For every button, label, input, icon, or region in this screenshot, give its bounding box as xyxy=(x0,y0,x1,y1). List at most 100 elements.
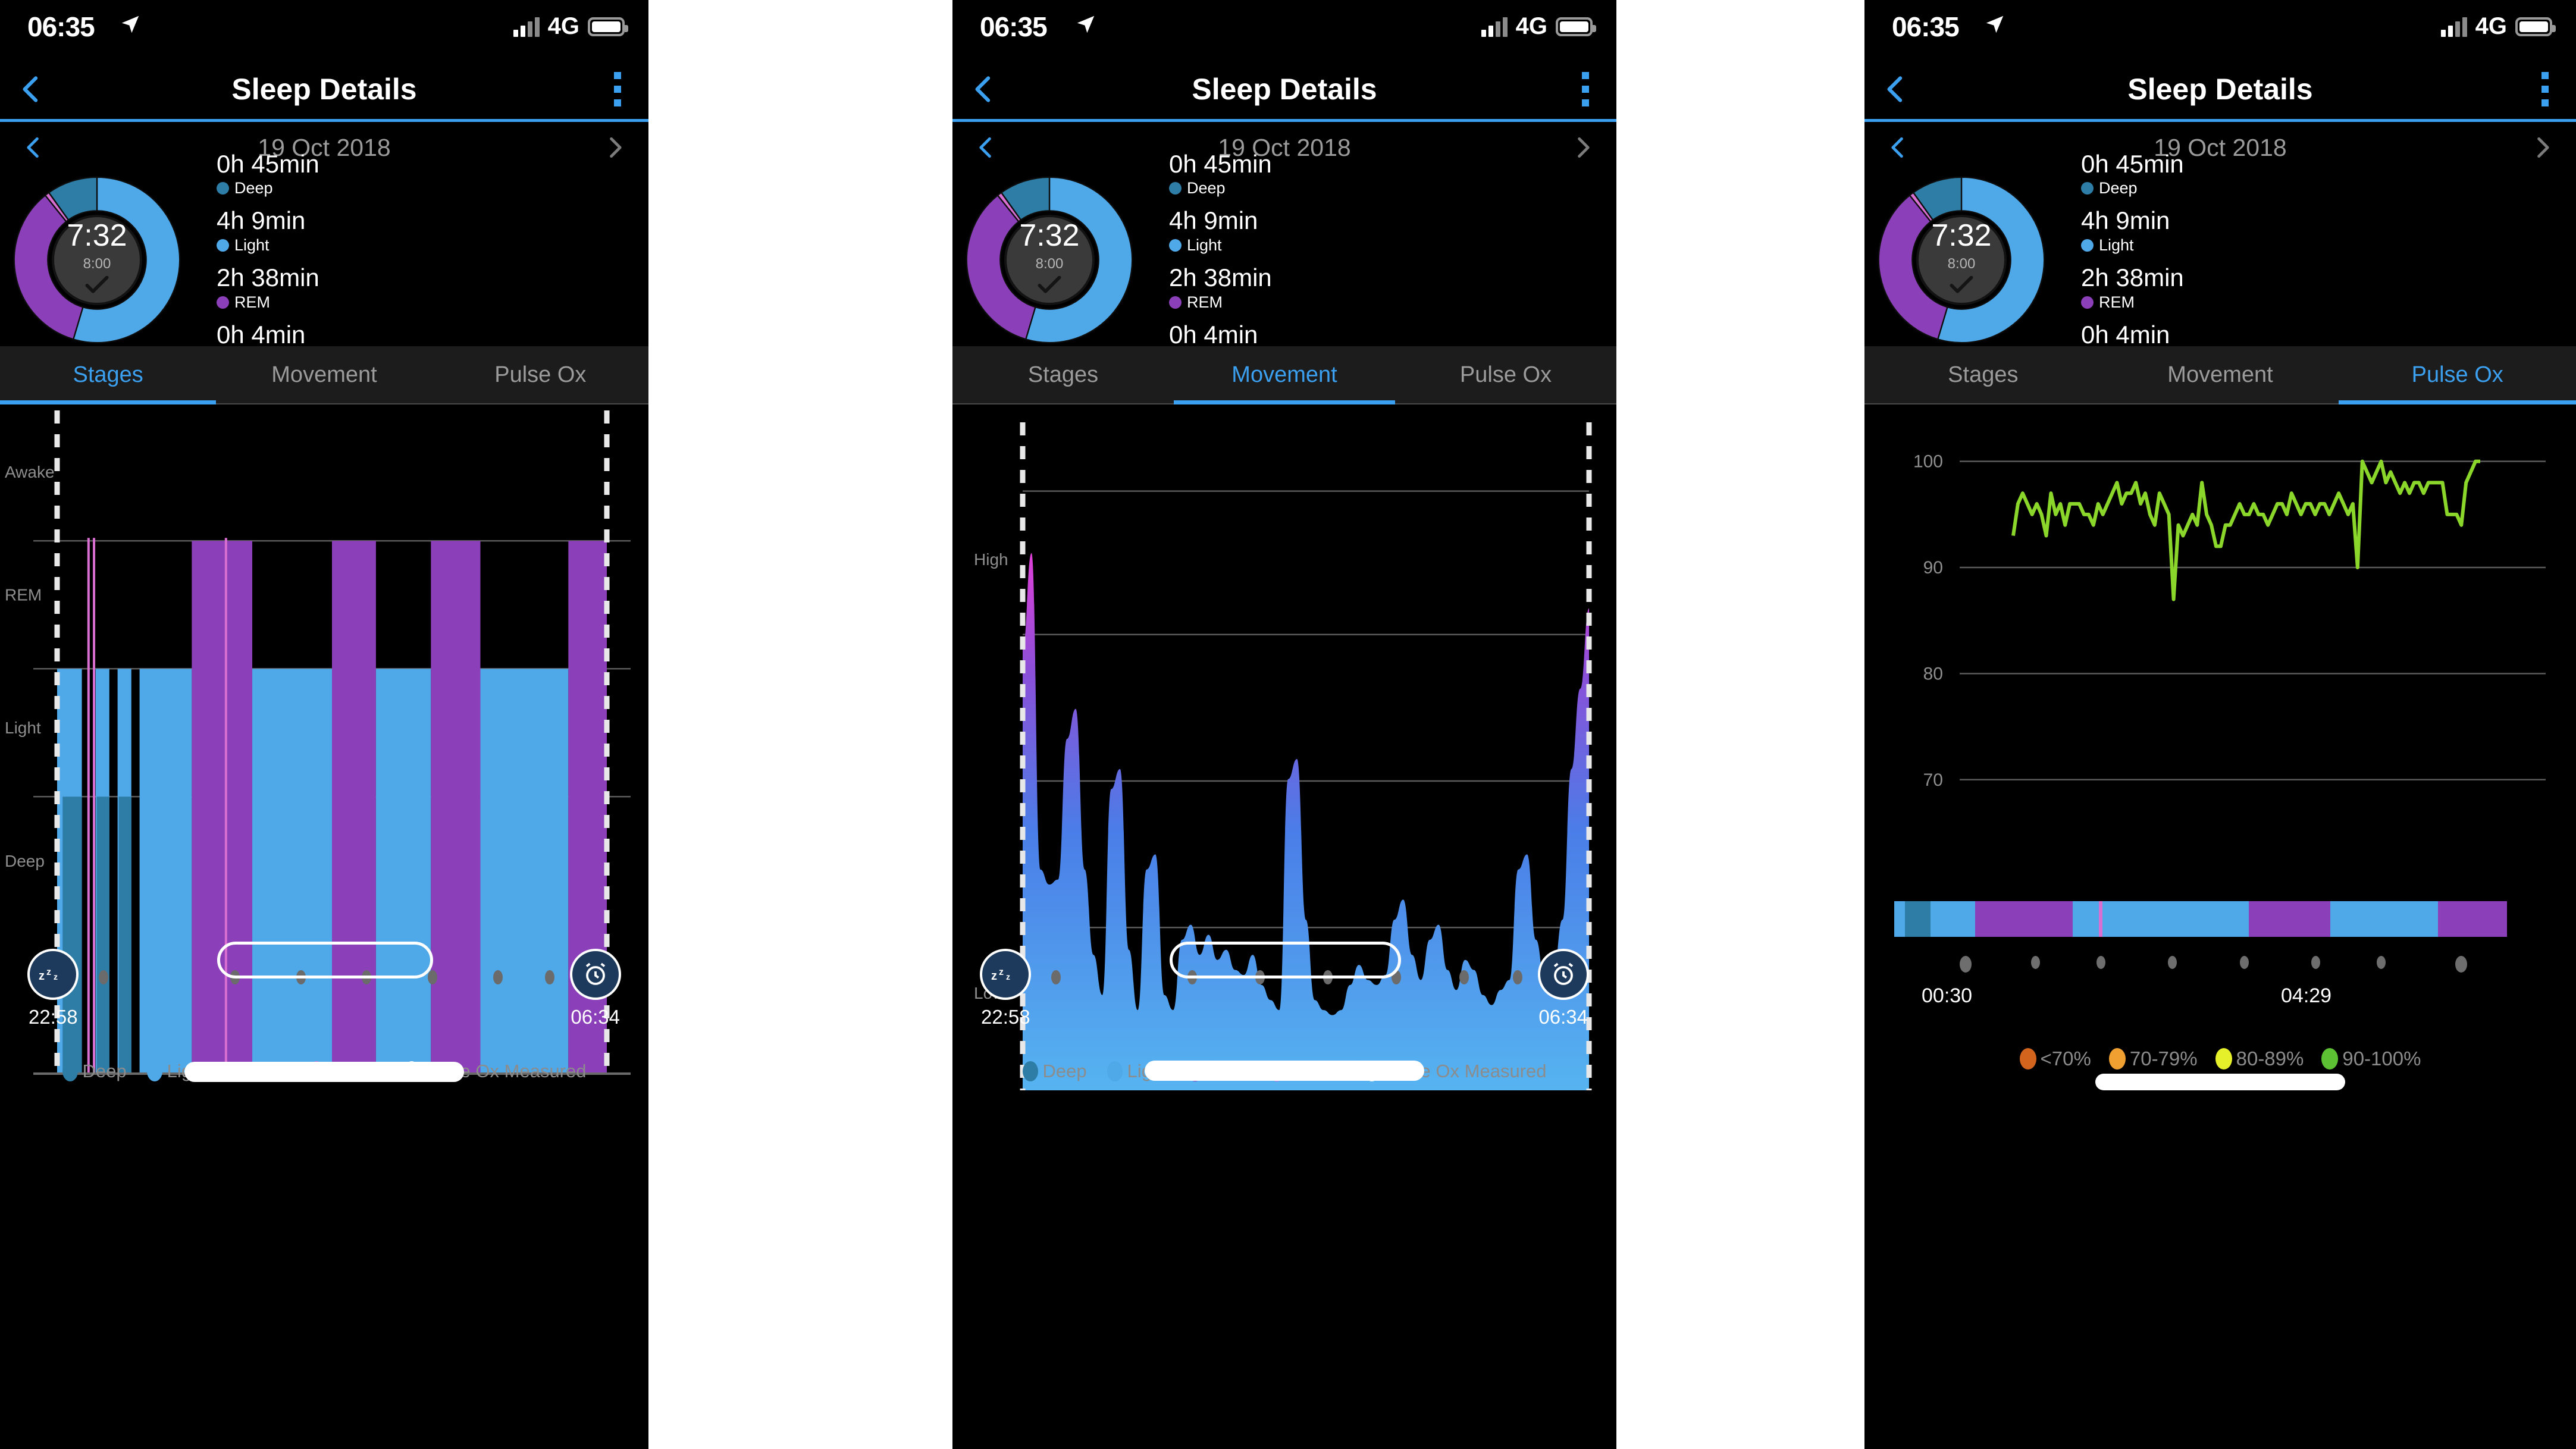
donut-center: 7:32 8:00 xyxy=(1004,214,1095,305)
legend-color-dot xyxy=(2019,1048,2036,1070)
next-day-button[interactable] xyxy=(602,134,628,161)
stage-strip-segment xyxy=(2249,901,2331,937)
page-title: Sleep Details xyxy=(2127,73,2313,106)
tab-movement[interactable]: Movement xyxy=(216,346,432,403)
stage-strip-segment xyxy=(1975,901,2073,937)
nav-bar: Sleep Details xyxy=(1864,59,2576,122)
y-axis-tick: 90 xyxy=(1923,558,1943,578)
tab-stages[interactable]: Stages xyxy=(0,346,217,404)
legend-color-dot xyxy=(1169,239,1182,252)
sleep-summary: 7:32 8:00 0h 45min Deep 4h 9min Light 2h 3… xyxy=(1864,150,2576,368)
legend-item-light: 4h 9min Light xyxy=(2081,208,2184,255)
legend-label: Light xyxy=(1187,236,1222,254)
legend-duration: 0h 45min xyxy=(217,149,319,178)
chart-tabs: Stages Movement Pulse Ox xyxy=(1864,346,2576,404)
legend-label: Light xyxy=(234,236,269,254)
legend-color-dot xyxy=(217,239,229,252)
status-time: 06:35 xyxy=(980,11,1048,42)
pulse-ox-end-time: 04:29 xyxy=(2281,984,2332,1007)
back-button[interactable] xyxy=(967,73,1000,106)
zzz-icon: zzz xyxy=(27,949,79,1000)
donut-center: 7:32 8:00 xyxy=(1916,214,2007,305)
pulse-ox-legend-label: 90-100% xyxy=(2342,1047,2421,1070)
total-sleep-value: 7:32 xyxy=(1931,218,1992,253)
back-button[interactable] xyxy=(14,73,48,106)
timeline-legend-label: Deep xyxy=(82,1061,127,1081)
sleep-goal-value: 8:00 xyxy=(83,256,111,272)
measurement-dot xyxy=(2377,956,2386,969)
timeline-icons: zzz 22:58 06:34 xyxy=(0,942,648,1028)
check-icon xyxy=(85,275,109,297)
y-axis-label: Deep xyxy=(5,852,45,870)
sleep-summary: 7:32 8:00 0h 45min Deep 4h 9min Light 2h 3… xyxy=(952,150,1616,368)
legend-item-light: 4h 9min Light xyxy=(1169,208,1272,255)
home-indicator xyxy=(184,1062,464,1082)
home-indicator xyxy=(1145,1061,1424,1081)
measurement-dot xyxy=(2096,956,2105,969)
legend-duration: 2h 38min xyxy=(217,264,319,291)
measurement-dot xyxy=(2239,956,2249,969)
prev-day-button[interactable] xyxy=(1885,134,1911,161)
tab-movement[interactable]: Movement xyxy=(1174,346,1395,404)
legend-color-dot xyxy=(2215,1048,2232,1070)
measurement-dot xyxy=(2168,956,2177,969)
sleep-donut-chart: 7:32 8:00 xyxy=(963,174,1136,346)
screenshot-root: 06:35 4G Sleep Details 19 Oct 2018 7:32 … xyxy=(0,0,2576,1449)
next-day-button[interactable] xyxy=(1570,134,1596,161)
phone-panel-pulse-ox: 06:35 4G Sleep Details 19 Oct 2018 7:32 … xyxy=(1864,0,2576,1449)
legend-duration: 0h 45min xyxy=(1169,149,1272,178)
sleep-goal-value: 8:00 xyxy=(1947,256,1976,272)
tab-movement[interactable]: Movement xyxy=(2102,346,2339,403)
tab-pulse-ox[interactable]: Pulse Ox xyxy=(433,346,648,403)
stages-chart[interactable]: Awake REM Light Deep zzz 22:58 06:34 Dee… xyxy=(0,404,648,1090)
back-button[interactable] xyxy=(1879,73,1912,106)
stage-strip-segment xyxy=(2102,901,2249,937)
pulse-ox-legend-item: 80-89% xyxy=(2215,1047,2304,1070)
overflow-menu-icon[interactable] xyxy=(2541,72,2549,106)
stage-legend: 0h 45min Deep 4h 9min Light 2h 38min REM 0h… xyxy=(217,149,319,368)
legend-label: Deep xyxy=(234,179,273,197)
legend-duration: 0h 4min xyxy=(217,320,306,349)
pulse-ox-chart[interactable]: 100 90 80 70 00:30 04:29 <70% 70-79% 80-89%… xyxy=(1864,404,2576,1090)
stage-strip-segment xyxy=(2330,901,2438,937)
location-arrow-icon xyxy=(1983,13,2006,42)
sleep-start-time: 22:58 xyxy=(981,1006,1030,1028)
timeline-legend-item: Deep xyxy=(62,1061,127,1082)
panel-gap-1 xyxy=(648,0,952,1449)
sleep-stage-strip[interactable] xyxy=(1894,901,2546,937)
tab-stages[interactable]: Stages xyxy=(1864,346,2102,403)
prev-day-button[interactable] xyxy=(20,134,46,161)
legend-color-dot xyxy=(1107,1061,1123,1081)
movement-chart[interactable]: HighLow zzz 22:58 06:34 DeepLig xyxy=(952,404,1616,1090)
measurement-dots xyxy=(1894,956,2546,974)
location-arrow-icon xyxy=(1074,13,1097,42)
legend-item-deep: 0h 45min Deep xyxy=(1169,149,1272,198)
tab-pulse-ox[interactable]: Pulse Ox xyxy=(2339,346,2576,404)
panel-gap-2 xyxy=(1616,0,1864,1449)
pulse-ox-range-pill[interactable] xyxy=(217,942,433,978)
network-type: 4G xyxy=(2475,13,2507,39)
tab-pulse-ox[interactable]: Pulse Ox xyxy=(1395,346,1616,403)
pulse-ox-line xyxy=(2011,459,2480,601)
overflow-menu-icon[interactable] xyxy=(614,72,621,106)
battery-full-icon xyxy=(2515,17,2556,36)
pulse-ox-range-pill[interactable] xyxy=(1170,942,1401,978)
legend-item-rem: 2h 38min REM xyxy=(1169,264,1272,312)
timeline-legend-item: Deep xyxy=(1022,1061,1087,1082)
signal-bars-icon xyxy=(1481,17,1508,37)
overflow-menu-icon[interactable] xyxy=(1582,72,1589,106)
legend-label: Deep xyxy=(1187,179,1226,197)
next-day-button[interactable] xyxy=(2530,134,2556,161)
svg-text:z: z xyxy=(39,970,45,983)
legend-label: Light xyxy=(2099,236,2134,254)
status-time: 06:35 xyxy=(27,11,95,42)
legend-duration: 4h 9min xyxy=(2081,206,2170,235)
legend-label: Deep xyxy=(2099,179,2138,197)
status-bar: 06:35 4G xyxy=(0,0,648,59)
tab-stages[interactable]: Stages xyxy=(952,346,1174,403)
measurement-dot xyxy=(2455,956,2467,973)
legend-color-dot xyxy=(1169,296,1182,309)
legend-duration: 4h 9min xyxy=(1169,206,1258,235)
signal-bars-icon xyxy=(513,17,540,37)
prev-day-button[interactable] xyxy=(973,134,999,161)
